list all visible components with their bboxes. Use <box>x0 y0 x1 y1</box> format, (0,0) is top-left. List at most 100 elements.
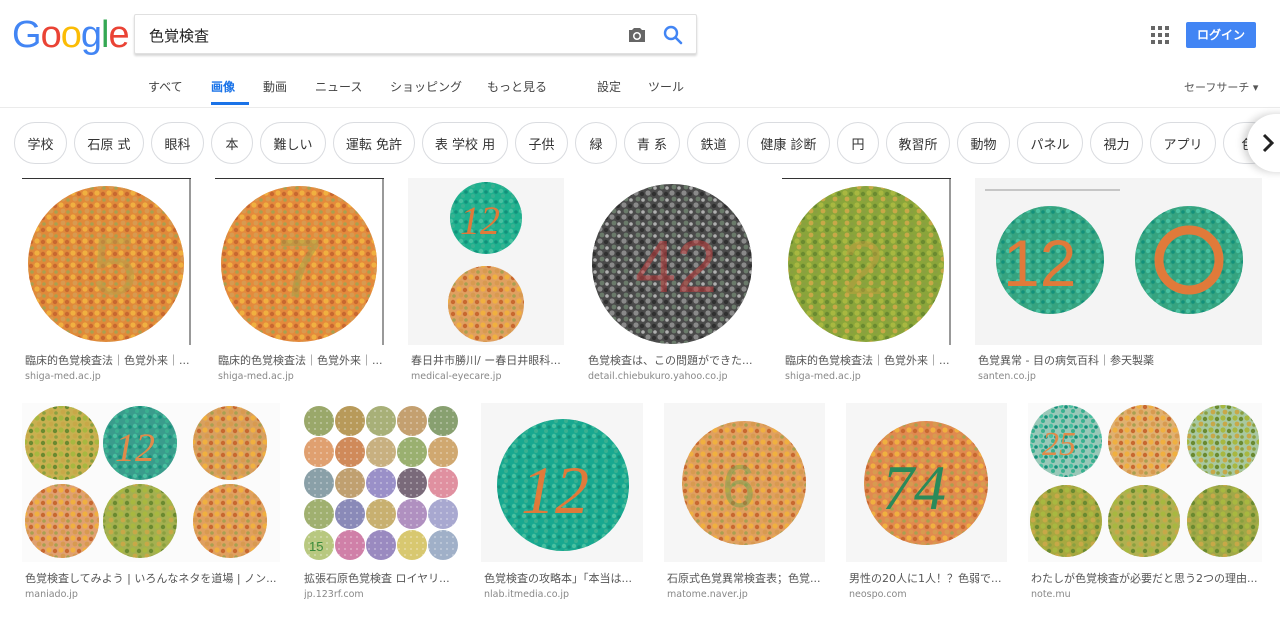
tab-shopping[interactable]: ショッピング <box>390 78 462 95</box>
plate-number: 6 <box>722 453 755 520</box>
chevron-right-icon <box>1262 133 1275 153</box>
plate-number: 74 <box>882 452 946 523</box>
color-plate-image: 7 <box>215 178 384 345</box>
camera-icon[interactable] <box>625 23 649 47</box>
plate-number: 12 <box>460 198 500 243</box>
result-title[interactable]: 色覚検査の攻略本」「本当は... <box>484 570 643 586</box>
result-thumbnail[interactable]: 6 <box>664 403 825 562</box>
chip[interactable]: 表 学校 用 <box>422 122 508 164</box>
result-title[interactable]: 色覚検査は、この問題ができた... <box>588 352 759 368</box>
chip[interactable]: 運転 免許 <box>333 122 415 164</box>
color-plate-image: 6 <box>664 403 825 562</box>
logo-letter: e <box>108 14 129 56</box>
logo-letter: l <box>100 14 110 56</box>
result-source: nlab.itmedia.co.jp <box>484 589 570 600</box>
result-source: neospo.com <box>849 589 907 600</box>
result-source: maniado.jp <box>25 589 78 600</box>
tab-settings[interactable]: 設定 <box>597 78 621 95</box>
tab-tools[interactable]: ツール <box>648 78 684 95</box>
result-thumbnail[interactable]: 25 <box>1028 403 1262 562</box>
plate-number: 5 <box>92 221 138 312</box>
plate-number: 12 <box>521 452 589 528</box>
color-plate-image: 15 <box>301 403 460 562</box>
chip[interactable]: 眼科 <box>151 122 204 164</box>
active-tab-indicator <box>211 102 249 105</box>
tab-news[interactable]: ニュース <box>315 78 362 95</box>
tab-all[interactable]: すべて <box>148 78 183 95</box>
result-thumbnail[interactable]: 7 <box>215 178 384 345</box>
result-title[interactable]: 石原式色覚異常検査表；色覚... <box>667 570 825 586</box>
result-thumbnail[interactable]: 12 <box>481 403 643 562</box>
result-title[interactable]: 色覚検査してみよう | いろんなネタを道場 | ノン... <box>25 570 280 586</box>
result-thumbnail[interactable]: 42 <box>585 178 759 345</box>
apps-grid-icon[interactable] <box>1151 26 1169 44</box>
chip[interactable]: 難しい <box>260 122 326 164</box>
chip[interactable]: 子供 <box>515 122 568 164</box>
result-thumbnail[interactable]: 12 <box>22 403 280 562</box>
result-thumbnail[interactable]: 12 <box>408 178 564 345</box>
chip[interactable]: 視力 <box>1090 122 1143 164</box>
plate-number: 7 <box>277 223 323 314</box>
logo-letter: G <box>12 14 42 56</box>
logo-letter: o <box>60 14 82 56</box>
result-source: jp.123rf.com <box>304 589 364 600</box>
result-source: note.mu <box>1031 589 1071 600</box>
search-input[interactable]: 色覚検査 <box>149 25 209 46</box>
chip[interactable]: 動物 <box>957 122 1010 164</box>
color-plate-image: 2 <box>782 178 951 345</box>
plate-number: 2 <box>842 226 884 311</box>
search-box[interactable]: 色覚検査 <box>134 14 697 54</box>
chip[interactable]: 健康 診断 <box>747 122 830 164</box>
tab-videos[interactable]: 動画 <box>263 78 287 95</box>
result-title[interactable]: 臨床的色覚検査法｜色覚外来｜... <box>218 352 384 368</box>
result-title[interactable]: 春日井市勝川/ ー春日井眼科... <box>411 352 564 368</box>
color-plate-image: 12 <box>481 403 643 562</box>
result-title[interactable]: 色覚異常 - 目の病気百科｜参天製薬 <box>978 352 1262 368</box>
logo-letter: g <box>80 14 102 56</box>
result-title[interactable]: わたしが色覚検査が必要だと思う2つの理由... <box>1031 570 1262 586</box>
result-source: medical-eyecare.jp <box>411 371 502 382</box>
color-plate-image: 12 <box>975 178 1262 345</box>
result-source: shiga-med.ac.jp <box>785 371 861 382</box>
result-title[interactable]: 拡張石原色覚検査 ロイヤリ... <box>304 570 460 586</box>
chip[interactable]: 青 系 <box>624 122 680 164</box>
color-plate-image: 5 <box>22 178 191 345</box>
plate-number: 12 <box>1003 226 1076 300</box>
google-logo[interactable]: Google <box>12 14 130 57</box>
result-source: shiga-med.ac.jp <box>218 371 294 382</box>
chip[interactable]: アプリ <box>1150 122 1216 164</box>
tab-images[interactable]: 画像 <box>211 78 235 95</box>
color-plate-image: 42 <box>585 178 759 345</box>
color-plate-image: 12 <box>22 403 280 562</box>
tab-more[interactable]: もっと見る <box>487 78 547 95</box>
plate-number: 42 <box>635 225 717 308</box>
result-source: shiga-med.ac.jp <box>25 371 101 382</box>
chip[interactable]: 円 <box>837 122 879 164</box>
chip[interactable]: パネル <box>1017 122 1083 164</box>
chip[interactable]: 本 <box>211 122 253 164</box>
logo-letter: o <box>40 14 62 56</box>
color-plate-image: 12 <box>408 178 564 345</box>
result-title[interactable]: 男性の20人に1人！？色弱で... <box>849 570 1007 586</box>
result-thumbnail[interactable]: 12 <box>975 178 1262 345</box>
chip[interactable]: 鉄道 <box>687 122 740 164</box>
result-thumbnail[interactable]: 15 <box>301 403 460 562</box>
result-thumbnail[interactable]: 2 <box>782 178 951 345</box>
login-button[interactable]: ログイン <box>1186 22 1256 48</box>
chip[interactable]: 教習所 <box>886 122 950 164</box>
result-source: detail.chiebukuro.yahoo.co.jp <box>588 371 728 382</box>
plate-number: 12 <box>115 425 155 470</box>
search-icon[interactable] <box>661 23 685 47</box>
result-thumbnail[interactable]: 5 <box>22 178 191 345</box>
plate-number: 15 <box>309 539 323 554</box>
header: Google 色覚検査 ログイン すべて 画像 動画 ニュース ショッピング も… <box>0 0 1280 108</box>
chip[interactable]: 学校 <box>14 122 67 164</box>
result-source: matome.naver.jp <box>667 589 748 600</box>
result-thumbnail[interactable]: 74 <box>846 403 1007 562</box>
chip[interactable]: 石原 式 <box>74 122 144 164</box>
result-title[interactable]: 臨床的色覚検査法｜色覚外来｜... <box>25 352 191 368</box>
result-title[interactable]: 臨床的色覚検査法｜色覚外来｜... <box>785 352 951 368</box>
chip[interactable]: 緑 <box>575 122 617 164</box>
safesearch-menu[interactable]: セーフサーチ ▾ <box>1184 79 1258 95</box>
plate-number: 25 <box>1042 426 1076 463</box>
